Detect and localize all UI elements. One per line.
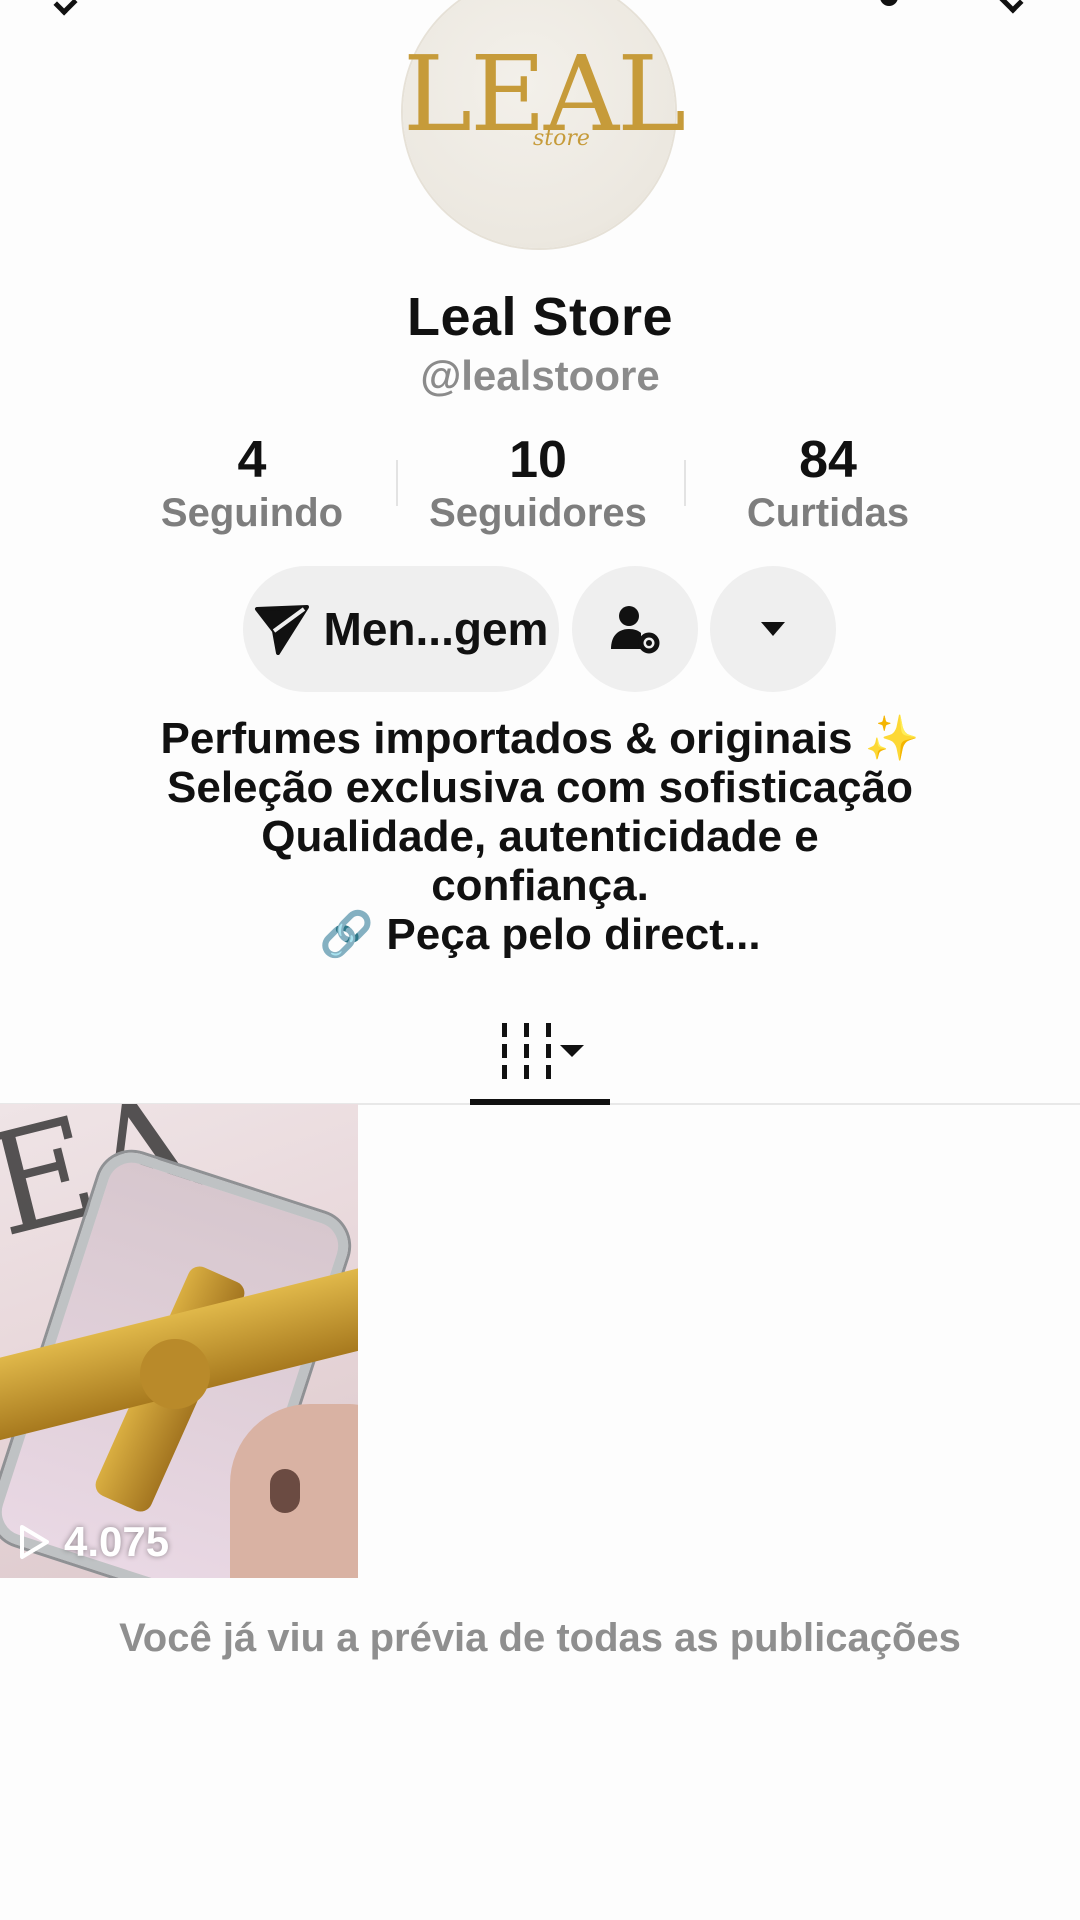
stat-value: 10	[509, 431, 567, 489]
divider	[684, 460, 686, 506]
bio-line: Perfumes importados & originais ✨	[160, 714, 920, 763]
chevron-down-icon	[560, 1045, 584, 1057]
stat-followers[interactable]: 10 Seguidores	[408, 430, 668, 536]
play-icon	[20, 1525, 49, 1559]
bio-line: Qualidade, autenticidade e	[261, 812, 819, 861]
bio-line[interactable]: 🔗 Peça pelo direct...	[80, 910, 1000, 959]
back-icon[interactable]	[53, 0, 78, 16]
tab-indicator	[470, 1099, 610, 1105]
view-count: 4.075	[18, 1518, 169, 1566]
bio-line: confiança.	[431, 861, 649, 910]
bio-line: Seleção exclusiva com sofisticação	[167, 763, 913, 812]
tab-videos[interactable]	[470, 1010, 610, 1105]
more-options-button[interactable]	[710, 566, 836, 692]
share-icon[interactable]	[999, 0, 1024, 14]
avatar-logo-sub: store	[533, 126, 590, 151]
caret-down-icon	[761, 622, 785, 636]
bio: Perfumes importados & originais ✨ Seleçã…	[80, 714, 1000, 959]
stat-following[interactable]: 4 Seguindo	[122, 430, 382, 536]
stat-value: 84	[799, 431, 857, 489]
stat-label: Seguidores	[429, 491, 647, 535]
grid-icon	[502, 1023, 552, 1079]
person-gear-icon	[611, 606, 660, 654]
avatar[interactable]: LEAL store	[403, 0, 686, 248]
content-tabs	[0, 1010, 1080, 1105]
video-thumbnail[interactable]: EA A 4.075	[0, 1104, 358, 1578]
display-name: Leal Store	[406, 287, 674, 347]
username: @lealstoore	[420, 352, 660, 399]
thumbnail-nail	[270, 1469, 300, 1513]
stats-row: 4 Seguindo 10 Seguidores 84 Curtidas	[0, 430, 1080, 540]
message-button-label: Men...gem	[323, 603, 549, 655]
stat-value: 4	[237, 431, 267, 489]
view-count-value: 4.075	[64, 1518, 170, 1565]
stat-label: Seguindo	[160, 491, 344, 535]
add-friend-button[interactable]	[572, 566, 698, 692]
profile-actions: Men...gem	[0, 566, 1080, 692]
notification-icon[interactable]	[880, 0, 898, 6]
stat-label: Curtidas	[746, 491, 910, 535]
divider	[396, 460, 398, 506]
end-of-posts-message: Você já viu a prévia de todas as publica…	[119, 1616, 961, 1660]
send-icon	[254, 605, 309, 655]
message-button[interactable]: Men...gem	[243, 566, 559, 692]
stat-likes[interactable]: 84 Curtidas	[698, 430, 958, 536]
thumbnail-bow	[140, 1339, 210, 1409]
